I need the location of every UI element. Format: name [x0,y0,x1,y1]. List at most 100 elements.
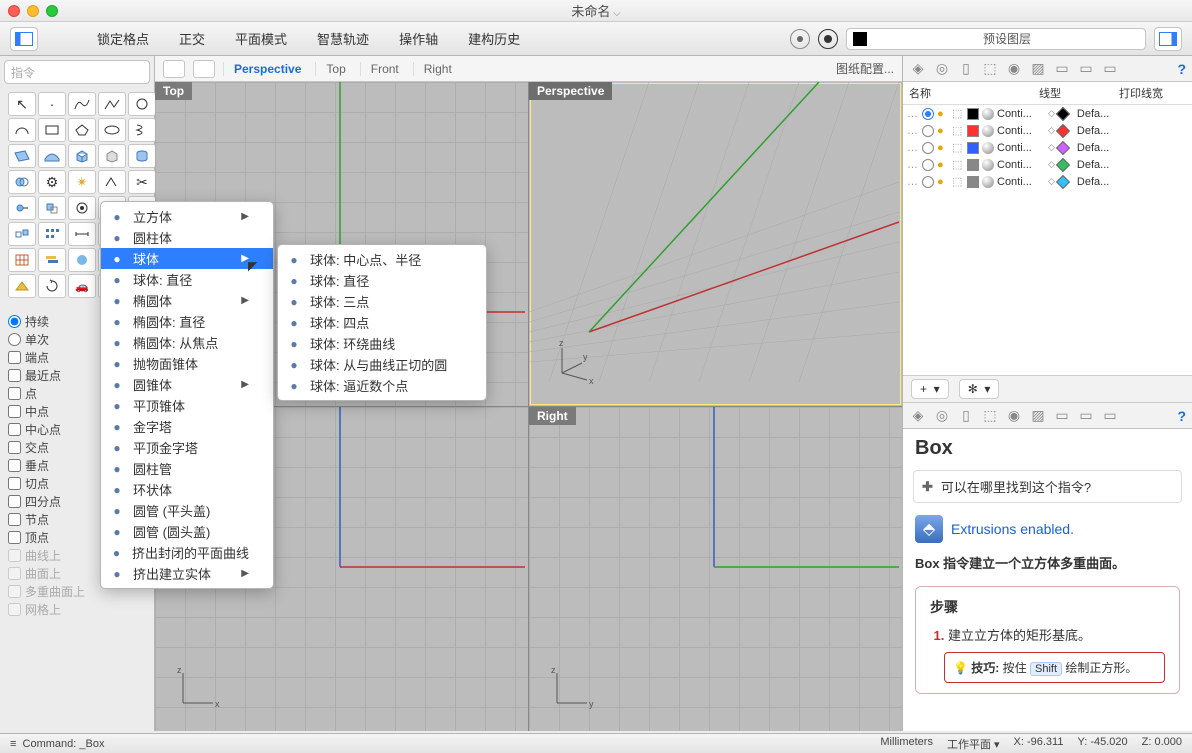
viewport-layout-icon[interactable] [163,60,185,78]
tab-ground-icon[interactable]: ▭ [1101,60,1119,78]
tool-gear[interactable]: ⚙ [38,170,66,194]
viewport-right[interactable]: Right zy [529,407,902,731]
status-plane[interactable]: 工作平面 ▾ [947,736,1000,752]
help-where-button[interactable]: ✚ 可以在哪里找到这个指令? [913,470,1182,503]
tab2-sun-icon[interactable]: ▭ [1077,407,1095,425]
right-panel-toggle[interactable] [1154,27,1182,51]
close-icon[interactable] [8,5,20,17]
menu-item[interactable]: ●球体: 四点 [278,312,486,333]
add-layer-button[interactable]: + ▾ [911,379,949,399]
tab-front[interactable]: Front [360,62,409,76]
tab-materials-icon[interactable]: ▨ [1029,60,1047,78]
tool-fold[interactable] [8,274,36,298]
tab-layers-icon[interactable]: ◈ [909,60,927,78]
menu-item[interactable]: ●椭圆体▶ [101,290,273,311]
menu-item[interactable]: ●圆管 (圆头盖) [101,521,273,542]
layer-row[interactable]: …●⬚Conti...◇Defa... [903,122,1192,139]
tab2-properties-icon[interactable]: ◎ [933,407,951,425]
menu-item[interactable]: ●挤出封闭的平面曲线 [101,542,273,563]
status-units[interactable]: Millimeters [880,736,933,752]
tool-arc[interactable] [8,118,36,142]
menu-item[interactable]: ●球体: 从与曲线正切的圆 [278,354,486,375]
tab-box-icon[interactable]: ⬚ [981,60,999,78]
tool-revolve[interactable] [38,274,66,298]
menu-item[interactable]: ●金字塔 [101,416,273,437]
tool-cylinder[interactable] [128,144,156,168]
maximize-icon[interactable] [46,5,58,17]
layer-dropdown[interactable]: 预设图层 [846,28,1146,50]
tab-sun-icon[interactable]: ▭ [1077,60,1095,78]
toolbar-record-icon[interactable] [818,29,838,49]
menu-ortho[interactable]: 正交 [179,29,205,48]
menu-item[interactable]: ●球体: 三点 [278,291,486,312]
menu-item[interactable]: ●椭圆体: 直径 [101,311,273,332]
menu-smarttrack[interactable]: 智慧轨迹 [317,29,369,48]
window-title[interactable]: 未命名 [571,1,620,20]
layer-row[interactable]: …●⬚Conti...◇Defa... [903,156,1192,173]
layout-config-button[interactable]: 图纸配置... [836,60,894,77]
menu-item[interactable]: ●抛物面锥体 [101,353,273,374]
menu-item[interactable]: ●球体: 逼近数个点 [278,375,486,396]
tool-render[interactable] [68,248,96,272]
menu-item[interactable]: ●平顶锥体 [101,395,273,416]
tool-array[interactable] [38,222,66,246]
tab2-display-icon[interactable]: ▭ [1053,407,1071,425]
tool-mesh[interactable] [98,144,126,168]
tool-surface-b[interactable] [38,144,66,168]
tool-helix[interactable] [128,118,156,142]
tool-polyline[interactable] [98,92,126,116]
layer-row[interactable]: …●⬚Conti...◇Defa... [903,139,1192,156]
tab-properties-icon[interactable]: ◎ [933,60,951,78]
viewport-perspective[interactable]: Perspective zyx [529,82,902,406]
menu-gridsnap[interactable]: 锁定格点 [97,29,149,48]
tool-layer[interactable] [38,248,66,272]
toolbar-circle-icon[interactable] [790,29,810,49]
tool-ellipse[interactable] [98,118,126,142]
tab2-ground-icon[interactable]: ▭ [1101,407,1119,425]
menu-item[interactable]: ●圆柱管 [101,458,273,479]
tab-right[interactable]: Right [413,62,462,76]
tool-b[interactable] [38,196,66,220]
tool-trim[interactable]: ✂ [128,170,156,194]
menu-item[interactable]: ●挤出建立实体▶ [101,563,273,584]
tab2-materials-icon[interactable]: ▨ [1029,407,1047,425]
help-icon[interactable]: ? [1177,408,1186,424]
menu-item[interactable]: ●圆管 (平头盖) [101,500,273,521]
tool-polygon[interactable] [68,118,96,142]
menu-item[interactable]: ●圆锥体▶ [101,374,273,395]
tool-a[interactable] [8,196,36,220]
tool-point[interactable]: · [38,92,66,116]
viewport-single-icon[interactable] [193,60,215,78]
tab2-box-icon[interactable]: ⬚ [981,407,999,425]
tab-perspective[interactable]: Perspective [223,62,311,76]
layer-settings-button[interactable]: ✻ ▾ [959,379,1000,399]
help-icon[interactable]: ? [1177,61,1186,77]
menu-item[interactable]: ●圆柱体 [101,227,273,248]
tool-pointer[interactable]: ↖ [8,92,36,116]
sphere-submenu[interactable]: ●球体: 中心点、半径●球体: 直径●球体: 三点●球体: 四点●球体: 环绕曲… [277,244,487,401]
tool-rect[interactable] [38,118,66,142]
extrusion-link[interactable]: Extrusions enabled. [951,521,1074,537]
menu-item[interactable]: ●球体: 直径 [278,270,486,291]
menu-item[interactable]: ●球体: 中心点、半径 [278,249,486,270]
tab-display-icon[interactable]: ▭ [1053,60,1071,78]
tool-explode[interactable]: ✴ [68,170,96,194]
tool-car[interactable]: 🚗 [68,274,96,298]
command-input[interactable]: 指令 [4,60,150,84]
tab-camera-icon[interactable]: ◉ [1005,60,1023,78]
tool-grid[interactable] [8,248,36,272]
tab2-layers-icon[interactable]: ◈ [909,407,927,425]
menu-item[interactable]: ●平顶金字塔 [101,437,273,458]
hdr-printwidth[interactable]: 打印线宽 [1119,85,1163,101]
left-panel-toggle[interactable] [10,27,38,51]
tab-doc-icon[interactable]: ▯ [957,60,975,78]
tool-transform[interactable] [8,222,36,246]
layer-row[interactable]: …●⬚Conti...◇Defa... [903,173,1192,190]
tool-edit[interactable] [98,170,126,194]
tab-top[interactable]: Top [315,62,355,76]
menu-gumball[interactable]: 操作轴 [399,29,438,48]
tab2-doc-icon[interactable]: ▯ [957,407,975,425]
hdr-name[interactable]: 名称 [909,85,1039,101]
menu-item[interactable]: ●椭圆体: 从焦点 [101,332,273,353]
tool-curve[interactable] [68,92,96,116]
